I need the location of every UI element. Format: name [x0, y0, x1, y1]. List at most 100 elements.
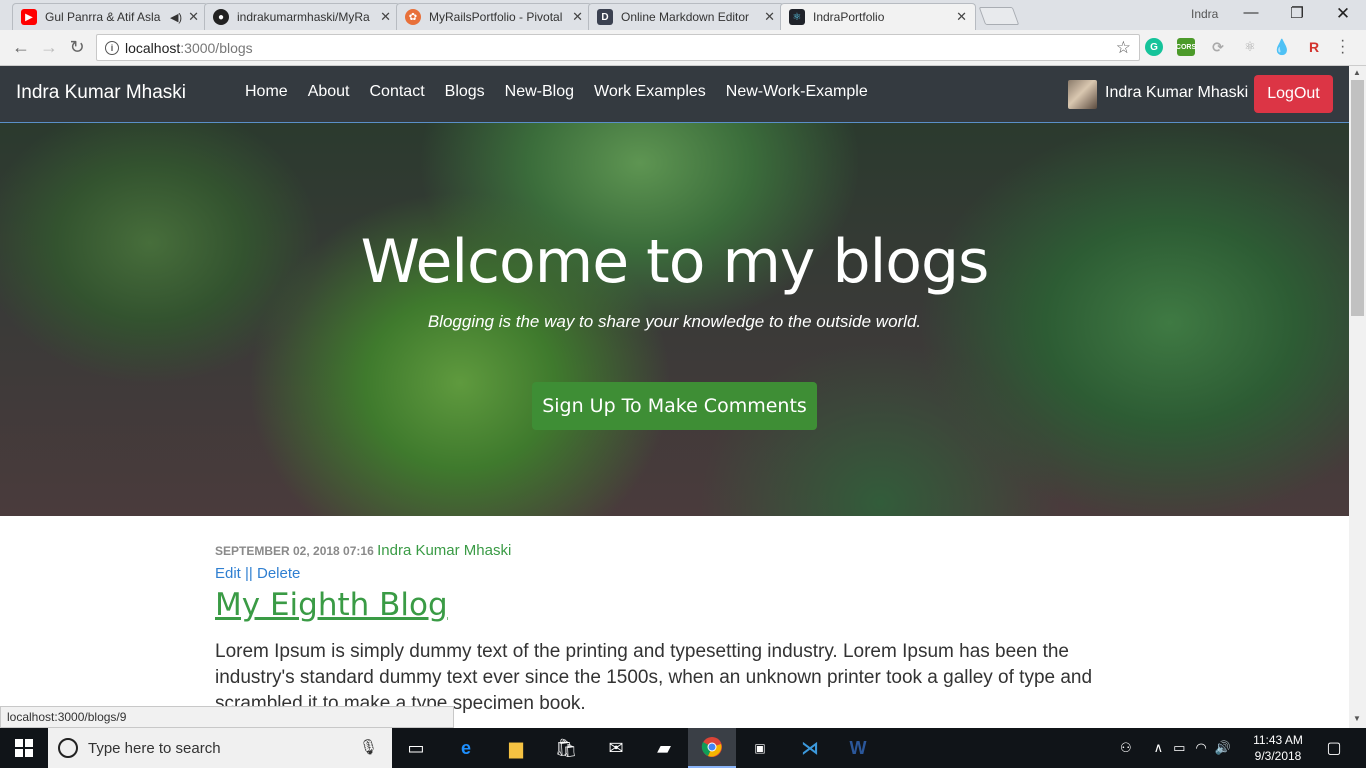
people-icon[interactable]: ⚇: [1120, 740, 1132, 756]
terminal-icon[interactable]: ▣: [736, 728, 784, 768]
url-path: :3000/blogs: [180, 39, 253, 56]
minimize-icon[interactable]: —: [1228, 4, 1274, 21]
tab-title: Online Markdown Editor: [621, 10, 750, 24]
tab-title: Gul Panrra & Atif Asla: [45, 10, 161, 24]
page-scrollbar[interactable]: ▲ ▼: [1349, 66, 1366, 728]
post-author[interactable]: Indra Kumar Mhaski: [377, 542, 511, 559]
system-tray: ⚇ ∧ ▭ ◠ 🔊: [1120, 728, 1231, 768]
site-brand[interactable]: Indra Kumar Mhaski: [16, 82, 186, 104]
clock-time: 11:43 AM: [1253, 733, 1303, 747]
status-url: localhost:3000/blogs/9: [7, 710, 127, 724]
close-window-icon[interactable]: ✕: [1320, 4, 1366, 24]
delete-link[interactable]: Delete: [257, 565, 300, 582]
scrollbar-thumb[interactable]: [1351, 80, 1364, 316]
taskbar-search[interactable]: Type here to search 🎙: [48, 728, 392, 768]
nav-blogs[interactable]: Blogs: [435, 83, 495, 101]
youtube-icon: ▶: [21, 9, 37, 25]
post-actions: Edit || Delete: [215, 565, 1135, 582]
nav-about[interactable]: About: [298, 83, 360, 101]
post-title-link[interactable]: My Eighth Blog: [215, 587, 1135, 623]
edit-link[interactable]: Edit: [215, 565, 241, 582]
site-navbar: Indra Kumar Mhaski Home About Contact Bl…: [0, 66, 1349, 122]
edge-icon[interactable]: e: [442, 728, 490, 768]
tab-title: IndraPortfolio: [813, 10, 885, 24]
task-view-icon[interactable]: ▭: [392, 728, 440, 768]
nav-new-work-example[interactable]: New-Work-Example: [716, 83, 878, 101]
clock-date: 9/3/2018: [1254, 749, 1302, 763]
user-name[interactable]: Indra Kumar Mhaski: [1105, 84, 1248, 102]
signup-button[interactable]: Sign Up To Make Comments: [532, 382, 817, 430]
store-icon[interactable]: 🛍: [542, 728, 590, 768]
browser-tab-strip: ▶ Gul Panrra & Atif Asla ◀) ✕ ● indrakum…: [0, 0, 1366, 30]
chrome-taskbar-icon[interactable]: [688, 728, 736, 768]
drop-extension-icon[interactable]: 💧: [1273, 38, 1292, 56]
avatar[interactable]: [1068, 80, 1097, 109]
action-separator: ||: [245, 565, 253, 582]
post-date: SEPTEMBER 02, 2018 07:16: [215, 544, 374, 558]
nav-home[interactable]: Home: [235, 83, 298, 101]
nav-contact[interactable]: Contact: [360, 83, 435, 101]
logout-button[interactable]: LogOut: [1254, 75, 1333, 113]
close-tab-icon[interactable]: ✕: [188, 9, 199, 25]
tab-indraportfolio[interactable]: ⚛ IndraPortfolio ✕: [780, 3, 976, 30]
tab-github[interactable]: ● indrakumarmhaski/MyRa ✕: [204, 3, 400, 30]
speaker-icon[interactable]: ◀): [170, 11, 182, 24]
tab-title: indrakumarmhaski/MyRa: [237, 10, 370, 24]
cors-extension-icon[interactable]: CORS: [1176, 38, 1196, 56]
tab-title: MyRailsPortfolio - Pivotal: [429, 10, 563, 24]
volume-icon[interactable]: 🔊: [1215, 740, 1231, 756]
react-devtools-icon[interactable]: ⚛: [1241, 38, 1259, 56]
battery-icon[interactable]: ▭: [1173, 740, 1185, 756]
nav-links: Home About Contact Blogs New-Blog Work E…: [235, 83, 878, 101]
scroll-up-icon[interactable]: ▲: [1353, 68, 1361, 77]
link-status-bar: localhost:3000/blogs/9: [0, 706, 454, 728]
windows-logo-icon: [15, 739, 33, 757]
nav-work-examples[interactable]: Work Examples: [584, 83, 716, 101]
new-tab-button[interactable]: [978, 7, 1020, 25]
mail-icon[interactable]: ✉: [592, 728, 640, 768]
pivotal-icon: ✿: [405, 9, 421, 25]
vscode-icon[interactable]: ⋊: [786, 728, 834, 768]
show-hidden-icons[interactable]: ∧: [1154, 740, 1164, 756]
react-icon: ⚛: [789, 9, 805, 25]
page-viewport: Indra Kumar Mhaski Home About Contact Bl…: [0, 66, 1349, 728]
extension-icon[interactable]: ⟳: [1209, 38, 1227, 56]
redux-extension-icon[interactable]: R: [1305, 38, 1323, 56]
tab-pivotal[interactable]: ✿ MyRailsPortfolio - Pivotal ✕: [396, 3, 592, 30]
search-placeholder: Type here to search: [88, 739, 221, 757]
browser-toolbar: ← → ↻ i localhost:3000/blogs ☆ G CORS ⟳ …: [0, 30, 1366, 66]
close-tab-icon[interactable]: ✕: [764, 9, 775, 25]
back-icon[interactable]: ←: [10, 37, 32, 58]
action-center-icon[interactable]: ▢: [1310, 728, 1358, 768]
tab-markdown[interactable]: D Online Markdown Editor ✕: [588, 3, 784, 30]
word-icon[interactable]: W: [834, 728, 882, 768]
grammarly-icon[interactable]: G: [1145, 38, 1163, 56]
nav-new-blog[interactable]: New-Blog: [495, 83, 584, 101]
reload-icon[interactable]: ↻: [66, 37, 88, 58]
forward-icon[interactable]: →: [38, 37, 60, 58]
microphone-icon[interactable]: 🎙: [359, 738, 378, 756]
start-button[interactable]: [0, 728, 48, 768]
taskbar-clock[interactable]: 11:43 AM 9/3/2018: [1248, 732, 1308, 764]
info-icon[interactable]: i: [105, 40, 119, 55]
chrome-icon: [701, 737, 722, 757]
file-explorer-icon[interactable]: ▆: [492, 728, 540, 768]
tab-youtube[interactable]: ▶ Gul Panrra & Atif Asla ◀) ✕: [12, 3, 208, 30]
scroll-down-icon[interactable]: ▼: [1353, 714, 1361, 723]
close-tab-icon[interactable]: ✕: [572, 9, 583, 25]
wifi-icon[interactable]: ◠: [1195, 740, 1206, 756]
close-tab-icon[interactable]: ✕: [380, 9, 391, 25]
cortana-icon: [58, 738, 78, 758]
url-host: localhost: [125, 39, 181, 56]
github-icon: ●: [213, 9, 229, 25]
address-bar[interactable]: i localhost:3000/blogs ☆: [96, 34, 1140, 61]
close-tab-icon[interactable]: ✕: [956, 9, 967, 25]
restore-icon[interactable]: ❐: [1274, 4, 1320, 22]
blog-post: SEPTEMBER 02, 2018 07:16 Indra Kumar Mha…: [215, 542, 1135, 717]
hero-banner: Welcome to my blogs Blogging is the way …: [0, 122, 1349, 516]
sticky-notes-icon[interactable]: ▰: [640, 728, 688, 768]
bookmark-star-icon[interactable]: ☆: [1116, 38, 1131, 58]
chrome-menu-icon[interactable]: · · ·: [1340, 33, 1345, 61]
profile-name[interactable]: Indra: [1191, 7, 1218, 21]
hero-tagline: Blogging is the way to share your knowle…: [427, 312, 922, 331]
